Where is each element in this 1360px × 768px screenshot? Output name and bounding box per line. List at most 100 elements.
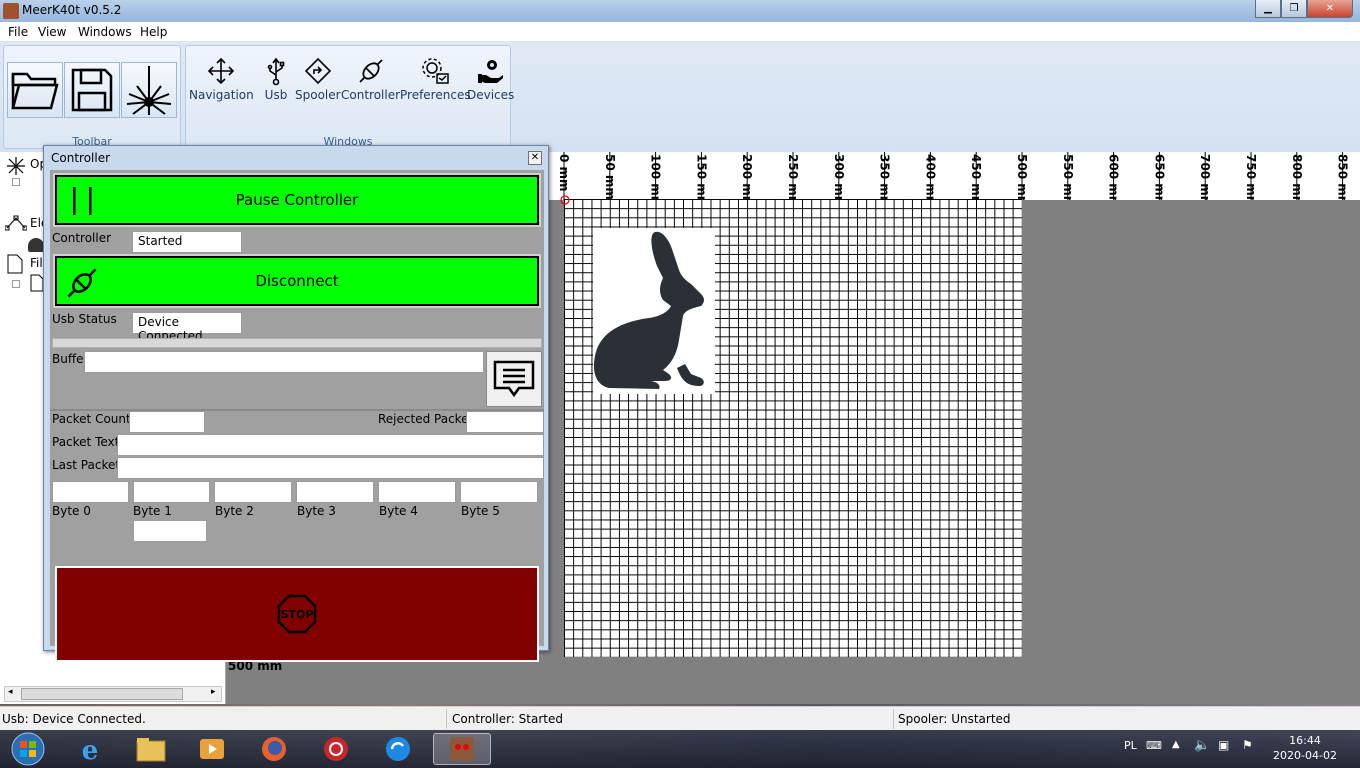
language-indicator[interactable]: PL [1124, 739, 1137, 752]
file-icon [7, 254, 23, 274]
app-icon [3, 3, 19, 19]
scroll-left-icon[interactable]: ◂ [8, 687, 13, 697]
laser-small-icon [7, 157, 25, 175]
taskbar-app-red[interactable] [310, 733, 362, 765]
taskbar-app-blue[interactable] [372, 733, 424, 765]
spooler-tool[interactable]: Spooler [295, 56, 341, 102]
packet-text-label: Packet Text [52, 435, 120, 449]
byte-1-field [133, 481, 210, 503]
menu-view[interactable]: View [34, 24, 70, 40]
menu-help[interactable]: Help [136, 24, 171, 40]
close-button[interactable]: ✕ [1307, 0, 1353, 18]
folder-icon [136, 738, 166, 762]
taskbar-explorer[interactable] [125, 733, 177, 765]
start-button[interactable] [2, 732, 54, 766]
buffer-field [84, 351, 484, 373]
status-spooler: Spooler: Unstarted [898, 712, 1011, 726]
ribbon: Toolbar Navigation Usb Spooler Controlle… [0, 42, 1360, 152]
ruler-tick-label: 200 mm [740, 154, 754, 200]
open-button[interactable] [7, 62, 63, 118]
windows-group: Navigation Usb Spooler Controller Prefer… [185, 45, 514, 149]
last-packet-label: Last Packet [52, 458, 121, 472]
byte-4-label: Byte 4 [379, 504, 418, 518]
stop-button[interactable]: STOP [55, 566, 539, 662]
settings-app-icon [324, 737, 348, 761]
clock-date: 2020-04-02 [1273, 749, 1337, 762]
tray-expand-icon[interactable]: ▲ [1172, 739, 1180, 750]
rejected-packets-label: Rejected Packets [378, 412, 480, 426]
ruler-tick-label: 500 mm [1015, 154, 1029, 200]
volume-icon[interactable]: 🔈 [1194, 738, 1210, 753]
byte-1-label: Byte 1 [133, 504, 172, 518]
pause-icon [73, 187, 92, 215]
keyboard-icon[interactable]: ⌨ [1146, 739, 1162, 752]
ruler-tick-label: 650 mm [1152, 154, 1166, 200]
dialog-close-button[interactable]: ✕ [528, 151, 542, 165]
disconnect-label: Disconnect [255, 272, 339, 290]
ruler-tick-label: 350 mm [878, 154, 892, 200]
network-icon[interactable]: ▣ [1218, 738, 1229, 752]
scroll-thumb[interactable] [21, 688, 183, 700]
byte-5-label: Byte 5 [461, 504, 500, 518]
byte-3-field [296, 481, 374, 503]
plug-icon [67, 268, 97, 298]
rabbit-thumbnail [28, 238, 44, 252]
laser-icon [126, 66, 172, 115]
meerk40t-app-icon [450, 737, 474, 761]
byte-extra-field [133, 520, 207, 542]
taskbar-meerk40t[interactable] [433, 733, 491, 765]
clock[interactable]: 16:44 2020-04-02 [1270, 733, 1340, 763]
ruler-tick-label: 750 mm [1244, 154, 1258, 200]
ruler-tick-label: 0 mm [557, 154, 571, 192]
taskbar-media[interactable] [186, 733, 238, 765]
move-arrows-icon [208, 57, 235, 85]
status-separator [893, 709, 894, 729]
save-button[interactable] [64, 62, 120, 118]
navigation-tool[interactable]: Navigation [189, 56, 254, 102]
status-bar: Usb: Device Connected. Controller: Start… [0, 706, 1360, 730]
menu-bar: File View Windows Help [0, 22, 1360, 42]
tree-item-files[interactable]: Fil [30, 256, 43, 270]
packet-text-field [117, 434, 544, 456]
packet-count-label: Packet Count [52, 412, 131, 426]
window-title: MeerK40t v0.5.2 [22, 3, 122, 17]
maximize-button[interactable]: ❐ [1281, 0, 1307, 18]
plug-icon [358, 59, 383, 83]
tree-expander[interactable] [12, 178, 20, 186]
tree-expander[interactable] [12, 280, 20, 288]
navigation-label: Navigation [189, 88, 254, 102]
taskbar-ie[interactable]: e [64, 733, 116, 765]
stop-text: STOP [281, 608, 314, 621]
byte-5-field [460, 481, 538, 503]
rejected-packets-field [466, 411, 544, 433]
laser-button[interactable] [121, 62, 177, 118]
ruler-tick-label: 600 mm [1107, 154, 1121, 200]
hand-gear-icon [477, 60, 503, 83]
devices-tool[interactable]: Devices [467, 56, 514, 102]
disconnect-button[interactable]: Disconnect [53, 254, 541, 308]
ruler-tick-label: 250 mm [786, 154, 800, 200]
media-player-icon [200, 739, 224, 759]
usb-tool[interactable]: Usb [261, 56, 291, 102]
scroll-right-icon[interactable]: ▸ [211, 687, 216, 697]
pause-controller-label: Pause Controller [235, 191, 359, 209]
horizontal-scrollbar[interactable]: ◂ ▸ [4, 686, 222, 702]
usb-label: Usb [264, 88, 288, 102]
origin-marker-icon [560, 195, 570, 205]
pause-controller-button[interactable]: Pause Controller [53, 173, 541, 227]
action-center-flag-icon[interactable]: ⚑ [1242, 738, 1253, 752]
preferences-tool[interactable]: Preferences [400, 56, 471, 102]
ruler-tick-label: 700 mm [1198, 154, 1212, 200]
rabbit-element[interactable] [593, 228, 715, 394]
controller-tool[interactable]: Controller [341, 56, 400, 102]
packet-count-field [129, 411, 205, 433]
minimize-button[interactable]: ▁ [1255, 0, 1281, 18]
menu-file[interactable]: File [4, 24, 32, 40]
byte-0-field [52, 481, 129, 503]
buffer-view-button[interactable] [486, 351, 542, 407]
byte-2-label: Byte 2 [215, 504, 254, 518]
route-icon [304, 57, 331, 85]
menu-windows[interactable]: Windows [74, 24, 136, 40]
taskbar-firefox[interactable] [248, 733, 300, 765]
sync-app-icon [386, 737, 410, 761]
